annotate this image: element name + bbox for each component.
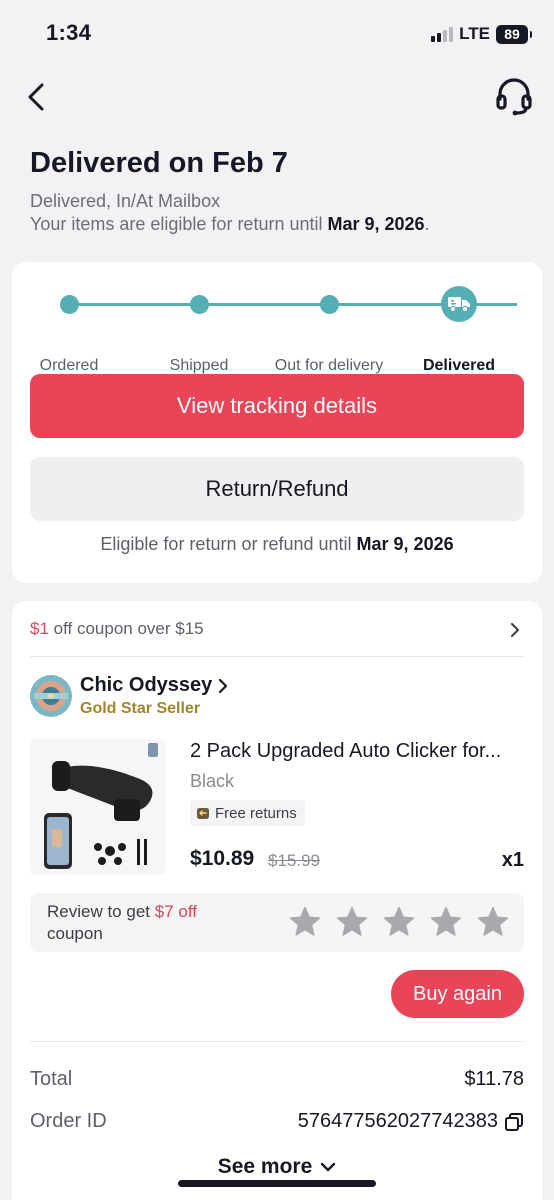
product-image[interactable] [30,739,166,875]
coupon-amount: $1 [30,618,49,638]
order-id-value: 576477562027742383 [297,1110,498,1132]
page-title: Delivered on Feb 7 [30,147,288,179]
seller-badge: Gold Star Seller [80,700,201,717]
buy-again-button[interactable]: Buy again [391,970,524,1018]
total-value: $11.78 [464,1068,524,1090]
step-label-out-for-delivery: Out for delivery [274,357,384,374]
total-label: Total [30,1068,73,1090]
step-label-ordered: Ordered [39,357,99,374]
shop-name: Chic Odyssey [80,674,213,696]
delivery-truck-icon [441,286,477,322]
star-icon[interactable] [382,905,416,939]
review-text: Review to get $7 off coupon [47,902,197,943]
step-label-delivered: Delivered [422,357,496,374]
delivery-status: Delivered, In/At Mailbox [30,191,221,211]
delivery-progress: Ordered Shipped Out for delivery Deliver… [12,286,542,374]
see-more-label: See more [217,1155,313,1178]
free-returns-label: Free returns [215,804,297,822]
step-dot-ordered [60,295,79,314]
order-card: $1 off coupon over $15 Chic Odyssey Gold… [12,601,542,1200]
product-price: $10.89 [190,847,255,870]
product-name[interactable]: 2 Pack Upgraded Auto Clicker for... [190,740,526,763]
star-icon[interactable] [288,905,322,939]
order-id-row: 576477562027742383 [298,1110,524,1133]
product-variant: Black [190,771,235,791]
star-icon[interactable] [335,905,369,939]
signal-icon [431,26,454,42]
free-returns-badge: Free returns [190,800,305,826]
return-refund-button[interactable]: Return/Refund [30,457,524,521]
shop-row[interactable]: Chic Odyssey Gold Star Seller [30,671,524,721]
review-coupon-amount: $7 off [154,902,197,921]
customer-support-button[interactable] [494,76,534,118]
order-detail-page: 1:34 LTE 89 Delivered on Feb 7 Delivered… [0,0,554,1200]
back-button[interactable] [18,78,54,116]
tracking-card: Ordered Shipped Out for delivery Deliver… [12,262,542,583]
refund-eligibility-text: Eligible for return or refund until Mar … [100,534,454,554]
refund-date: Mar 9, 2026 [356,534,454,554]
home-indicator[interactable] [178,1180,376,1187]
see-more-button[interactable]: See more [12,1155,542,1179]
view-tracking-button[interactable]: View tracking details [30,374,524,438]
copy-icon[interactable] [504,1112,524,1132]
star-icon[interactable] [429,905,463,939]
chevron-down-icon [321,1162,336,1172]
star-icon[interactable] [476,905,510,939]
return-box-icon [197,808,209,819]
coupon-row[interactable]: $1 off coupon over $15 [30,601,524,657]
review-prompt: Review to get $7 off coupon [30,893,524,952]
headset-icon [496,78,532,116]
battery-icon: 89 [496,24,532,44]
return-eligibility-text: Your items are eligible for return until… [30,214,430,234]
network-type: LTE [459,24,490,43]
product-quantity: x1 [501,849,524,871]
chevron-right-icon [219,678,228,693]
step-label-shipped: Shipped [169,357,229,374]
step-dot-out-for-delivery [320,295,339,314]
chevron-right-icon [511,623,519,637]
product-original-price: $15.99 [268,851,320,870]
step-dot-shipped [190,295,209,314]
status-indicators: LTE 89 [431,23,532,45]
shop-avatar [30,675,72,717]
chevron-left-icon [28,83,44,111]
order-id-label: Order ID [30,1110,107,1132]
status-time: 1:34 [46,20,92,45]
return-date: Mar 9, 2026 [327,214,425,234]
status-bar: 1:34 LTE 89 [0,0,554,66]
coupon-text: $1 off coupon over $15 [30,618,204,638]
divider [30,1041,524,1042]
star-rating [288,905,510,939]
